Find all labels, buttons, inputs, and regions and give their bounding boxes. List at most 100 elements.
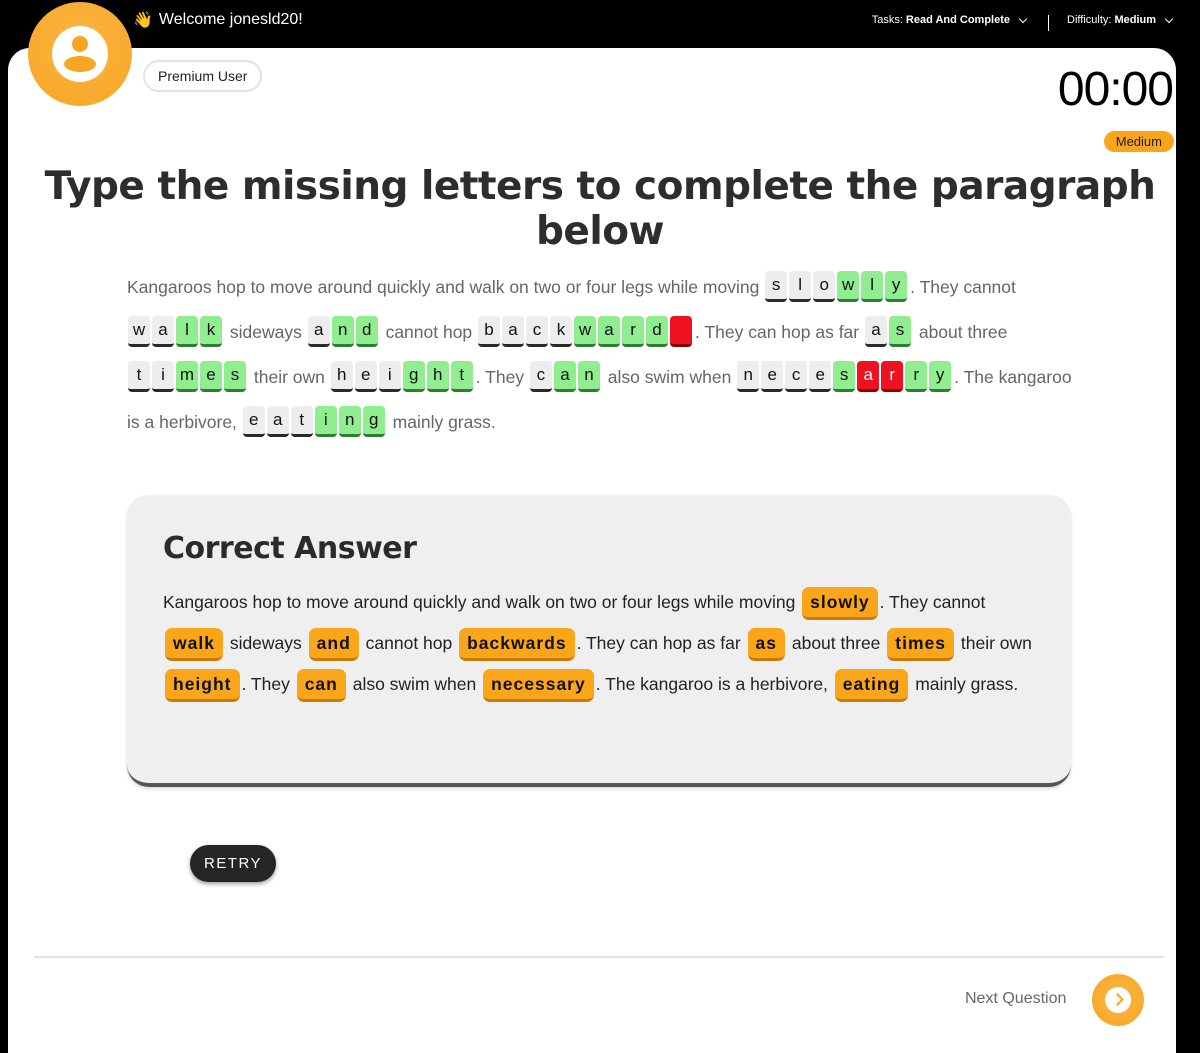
word-input-group: backward [478,315,694,349]
word-input-group: eating [242,405,387,439]
difficulty-badge: Medium [1103,131,1174,152]
letter-tile-given: e [242,405,265,437]
answer-word-chip: backwards [459,628,575,661]
correct-answer-panel: Correct Answer Kangaroos hop to move aro… [127,495,1071,787]
premium-user-badge: Premium User [143,60,263,92]
word-input-group: as [864,315,913,349]
correct-answer-title: Correct Answer [163,531,417,566]
timer: 00:00 [1057,63,1174,116]
letter-tile-given: t [128,360,150,392]
waving-hand-icon: 👋 [133,12,153,29]
answer-text-segment: Kangaroos hop to move around quickly and… [163,592,801,612]
letter-tile-given: a [502,315,525,347]
answer-text-segment: about three [787,633,886,653]
paragraph-text: their own [249,367,330,387]
next-question-label[interactable]: Next Question [965,990,1066,1008]
paragraph-text: also swim when [602,367,737,387]
top-nav: Tasks: Read And Complete Difficulty: Med… [871,9,1174,31]
paragraph-text: about three [913,322,1008,342]
letter-input-correct[interactable]: i [314,405,337,437]
letter-input-correct[interactable]: a [598,315,621,347]
letter-input-correct[interactable]: k [200,315,222,347]
letter-input-correct[interactable]: d [646,315,669,347]
letter-input-correct[interactable]: n [338,405,361,437]
user-avatar[interactable] [28,2,132,106]
answer-text-segment: sideways [224,633,307,653]
letter-tile-given: b [478,315,501,347]
user-icon [52,26,108,82]
letter-input-correct[interactable]: s [833,360,856,392]
letter-input-correct[interactable]: h [426,360,449,392]
word-input-group: walk [128,315,224,349]
nav-divider [1048,15,1050,31]
top-bar: 👋 Welcome jonesld20! Tasks: Read And Com… [0,0,1200,48]
letter-tile-given: a [864,315,887,347]
difficulty-dropdown[interactable]: Difficulty: Medium [1067,14,1174,26]
page-title: Type the missing letters to complete the… [44,164,1156,254]
letter-input-correct[interactable]: g [362,405,385,437]
letter-input-correct[interactable]: t [450,360,473,392]
difficulty-label: Difficulty: [1067,14,1112,26]
word-input-group: and [307,315,380,349]
letter-input-correct[interactable]: s [224,360,246,392]
retry-button[interactable]: RETRY [190,845,276,882]
letter-tile-given: l [789,270,812,302]
letter-input-correct[interactable]: n [331,315,354,347]
letter-tile-given: c [526,315,549,347]
letter-input-correct[interactable]: r [905,360,928,392]
chevron-down-icon [1164,14,1174,23]
letter-input-wrong[interactable] [670,315,693,347]
paragraph-text: . They [475,367,529,387]
letter-input-wrong[interactable]: r [881,360,904,392]
letter-tile-given: i [152,360,174,392]
letter-tile-given: e [354,360,377,392]
letter-input-correct[interactable]: y [929,360,952,392]
answer-text-segment: also swim when [347,674,482,694]
paragraph-text: cannot hop [380,322,478,342]
letter-tile-given: a [266,405,289,437]
letter-input-correct[interactable]: r [622,315,645,347]
tasks-label: Tasks: [871,14,903,26]
letter-tile-given: n [737,360,760,392]
exercise-paragraph: Kangaroos hop to move around quickly and… [127,265,1077,445]
letter-input-correct[interactable]: s [888,315,911,347]
letter-tile-given: s [765,270,788,302]
letter-input-correct[interactable]: n [577,360,600,392]
welcome-text: Welcome jonesld20! [158,11,303,28]
answer-word-chip: height [165,669,240,702]
answer-text-segment: cannot hop [360,633,458,653]
answer-text-segment: . They [241,674,295,694]
letter-input-correct[interactable]: e [200,360,222,392]
letter-tile-given: h [330,360,353,392]
footer-divider [34,956,1164,958]
chevron-down-icon [1018,14,1028,23]
answer-word-chip: walk [165,628,223,661]
letter-input-correct[interactable]: a [553,360,576,392]
letter-input-correct[interactable]: d [355,315,378,347]
letter-input-correct[interactable]: l [176,315,198,347]
answer-text-segment: mainly grass. [910,674,1019,694]
letter-input-correct[interactable]: y [885,270,908,302]
letter-input-correct[interactable]: w [837,270,860,302]
paragraph-text: . They can hop as far [695,322,864,342]
letter-input-correct[interactable]: w [574,315,597,347]
chevron-right-icon [1105,987,1131,1013]
letter-tile-given: t [290,405,313,437]
correct-answer-text: Kangaroos hop to move around quickly and… [163,582,1043,705]
answer-text-segment: . They cannot [879,592,986,612]
word-input-group: times [128,360,248,394]
letter-input-correct[interactable]: l [861,270,884,302]
letter-input-wrong[interactable]: a [857,360,880,392]
next-question-button[interactable] [1092,974,1144,1026]
letter-tile-given: e [761,360,784,392]
tasks-dropdown[interactable]: Tasks: Read And Complete [871,14,1028,26]
welcome-message: 👋 Welcome jonesld20! [133,10,303,30]
letter-input-correct[interactable]: m [176,360,198,392]
letter-tile-given: i [378,360,401,392]
letter-tile-given: c [785,360,808,392]
letter-input-correct[interactable]: g [402,360,425,392]
word-input-group: can [529,360,602,394]
answer-text-segment: . They can hop as far [576,633,746,653]
paragraph-text: mainly grass. [387,412,496,432]
difficulty-value: Medium [1114,14,1156,26]
